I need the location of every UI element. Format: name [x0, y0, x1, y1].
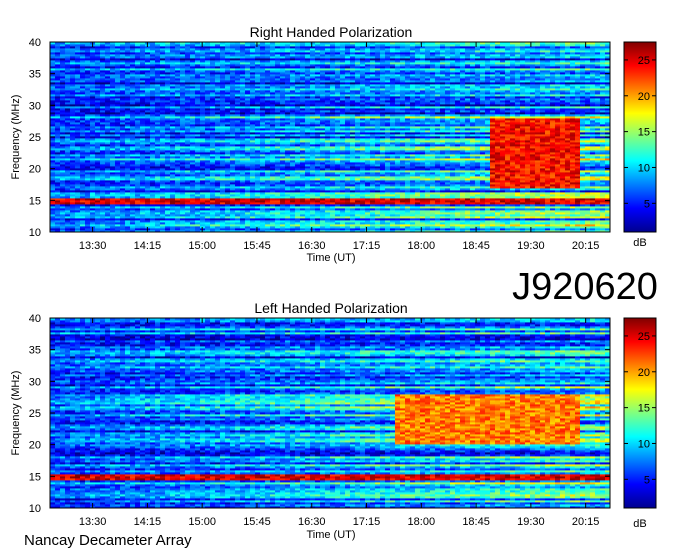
colorbar-tick-label: 5: [644, 474, 650, 486]
chart-title: Left Handed Polarization: [254, 300, 407, 316]
chart-title: Right Handed Polarization: [250, 24, 413, 40]
x-axis-label: Time (UT): [306, 529, 355, 541]
colorbar-tick-label: 20: [638, 91, 650, 103]
y-tick-label: 35: [29, 345, 41, 357]
instrument-label: Nancay Decameter Array: [24, 532, 192, 549]
colorbar-label: dB: [633, 237, 646, 249]
y-tick-label: 10: [29, 503, 41, 515]
left-polarization-panel: Left Handed Polarization 13:30 14:15 15:00…: [10, 300, 656, 541]
x-tick-label: 15:45: [243, 240, 271, 252]
x-tick-label: 16:30: [298, 516, 326, 528]
x-tick-label: 17:15: [353, 240, 381, 252]
x-tick-label: 20:15: [572, 516, 600, 528]
x-tick-label: 19:30: [517, 516, 545, 528]
right-polarization-panel: Right Handed Polarization 13:30 14:15 15:0…: [10, 24, 656, 264]
y-tick-label: 25: [29, 408, 41, 420]
colorbar-tick-label: 10: [638, 438, 650, 450]
y-tick-label: 15: [29, 471, 41, 483]
y-tick-label: 40: [29, 313, 41, 325]
y-tick-label: 15: [29, 195, 41, 207]
y-axis-label: Frequency (MHz): [10, 95, 22, 180]
x-tick-label: 18:00: [408, 516, 436, 528]
x-tick-label: 14:15: [134, 516, 162, 528]
colorbar-tick-label: 5: [644, 198, 650, 210]
x-tick-label: 17:15: [353, 516, 381, 528]
x-tick-label: 15:00: [188, 516, 216, 528]
colorbar-tick-label: 15: [638, 403, 650, 415]
x-tick-label: 16:30: [298, 240, 326, 252]
x-tick-label: 15:00: [188, 240, 216, 252]
x-tick-label: 20:15: [572, 240, 600, 252]
y-tick-label: 35: [29, 69, 41, 81]
event-identifier: J920620: [512, 266, 658, 308]
figure: Right Handed Polarization 13:30 14:15 15:0…: [0, 0, 680, 552]
colorbar-tick-label: 20: [638, 367, 650, 379]
x-tick-label: 18:45: [462, 516, 490, 528]
y-axis-label: Frequency (MHz): [10, 371, 22, 456]
colorbar-tick-label: 10: [638, 162, 650, 174]
x-tick-label: 13:30: [79, 516, 107, 528]
x-axis-label: Time (UT): [306, 252, 355, 264]
y-tick-label: 20: [29, 164, 41, 176]
y-tick-label: 25: [29, 132, 41, 144]
spectrogram-heatmap: [50, 42, 610, 232]
x-tick-label: 15:45: [243, 516, 271, 528]
x-tick-label: 19:30: [517, 240, 545, 252]
colorbar-tick-label: 25: [638, 55, 650, 67]
colorbar-tick-label: 25: [638, 331, 650, 343]
y-tick-label: 30: [29, 100, 41, 112]
spectrogram-heatmap: [50, 318, 610, 508]
x-tick-label: 18:00: [408, 240, 436, 252]
y-tick-label: 40: [29, 37, 41, 49]
colorbar-tick-label: 15: [638, 127, 650, 139]
y-tick-label: 30: [29, 376, 41, 388]
colorbar-label: dB: [633, 518, 646, 530]
x-tick-label: 18:45: [462, 240, 490, 252]
x-tick-label: 13:30: [79, 240, 107, 252]
y-tick-label: 10: [29, 227, 41, 239]
x-tick-label: 14:15: [134, 240, 162, 252]
y-tick-label: 20: [29, 440, 41, 452]
